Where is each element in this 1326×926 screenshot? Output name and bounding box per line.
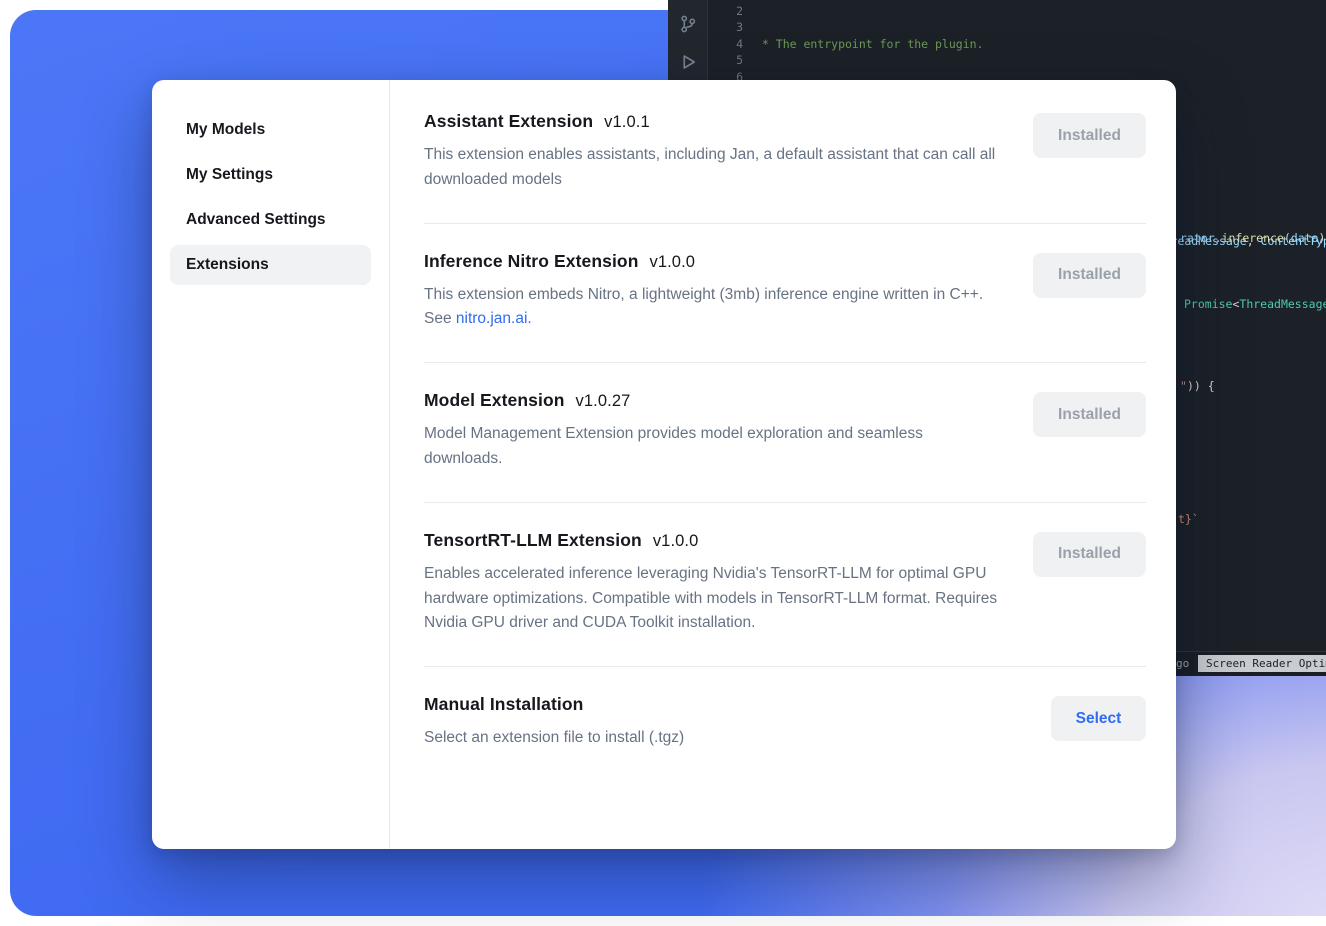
extension-description: Model Management Extension provides mode… <box>424 422 1002 472</box>
source-control-icon[interactable] <box>678 14 698 34</box>
extension-description: This extension enables assistants, inclu… <box>424 143 1002 193</box>
settings-sidebar: My Models My Settings Advanced Settings … <box>152 80 390 849</box>
status-bar-text: go <box>1176 657 1189 670</box>
extension-version: v1.0.1 <box>604 113 650 131</box>
extension-name: Inference Nitro Extension <box>424 251 639 271</box>
sidebar-item-extensions[interactable]: Extensions <box>170 245 371 285</box>
code-fragment: t}` <box>1178 511 1199 527</box>
installed-button[interactable]: Installed <box>1033 392 1146 437</box>
installed-button[interactable]: Installed <box>1033 253 1146 298</box>
screenshot-root: 23456 * The entrypoint for the plugin. *… <box>0 0 1326 926</box>
manual-installation-row: Manual Installation Select an extension … <box>424 667 1146 781</box>
code-line: * The entrypoint for the plugin. <box>755 36 1326 52</box>
extension-description: Enables accelerated inference leveraging… <box>424 562 1002 636</box>
installed-button[interactable]: Installed <box>1033 532 1146 577</box>
settings-modal: My Models My Settings Advanced Settings … <box>152 80 1176 849</box>
code-fragment: Promise<ThreadMessage> <box>1184 296 1326 312</box>
extensions-panel: Assistant Extension v1.0.1 This extension… <box>390 80 1176 849</box>
extension-name: Assistant Extension <box>424 111 593 131</box>
extension-version: v1.0.0 <box>653 532 699 550</box>
extension-name: Model Extension <box>424 390 565 410</box>
nitro-jan-ai-link[interactable]: nitro.jan.ai. <box>456 310 532 327</box>
screen-reader-optimized-badge[interactable]: Screen Reader Optimized <box>1198 655 1326 672</box>
extension-row-model: Model Extension v1.0.27 Model Management … <box>424 363 1146 503</box>
extension-description: This extension embeds Nitro, a lightweig… <box>424 283 1002 333</box>
manual-installation-title: Manual Installation <box>424 694 1002 715</box>
sidebar-item-my-settings[interactable]: My Settings <box>170 155 371 195</box>
select-file-button[interactable]: Select <box>1051 696 1146 741</box>
extension-title: TensortRT-LLM Extension v1.0.0 <box>424 530 1002 551</box>
code-fragment: ")) { <box>1180 378 1215 394</box>
extension-name: TensortRT-LLM Extension <box>424 530 642 550</box>
extension-title: Inference Nitro Extension v1.0.0 <box>424 251 1002 272</box>
extension-row-tensorrt: TensortRT-LLM Extension v1.0.0 Enables ac… <box>424 503 1146 667</box>
extension-version: v1.0.27 <box>576 392 631 410</box>
extension-row-nitro: Inference Nitro Extension v1.0.0 This ext… <box>424 224 1146 364</box>
extension-title: Model Extension v1.0.27 <box>424 390 1002 411</box>
code-fragment: rator.inference(data)); <box>1180 230 1326 246</box>
sidebar-item-my-models[interactable]: My Models <box>170 110 371 150</box>
manual-installation-description: Select an extension file to install (.tg… <box>424 726 1002 751</box>
sidebar-item-advanced-settings[interactable]: Advanced Settings <box>170 200 371 240</box>
extension-row-assistant: Assistant Extension v1.0.1 This extension… <box>424 84 1146 224</box>
installed-button[interactable]: Installed <box>1033 113 1146 158</box>
extension-version: v1.0.0 <box>650 253 696 271</box>
extension-title: Assistant Extension v1.0.1 <box>424 111 1002 132</box>
run-and-debug-icon[interactable] <box>678 52 698 72</box>
